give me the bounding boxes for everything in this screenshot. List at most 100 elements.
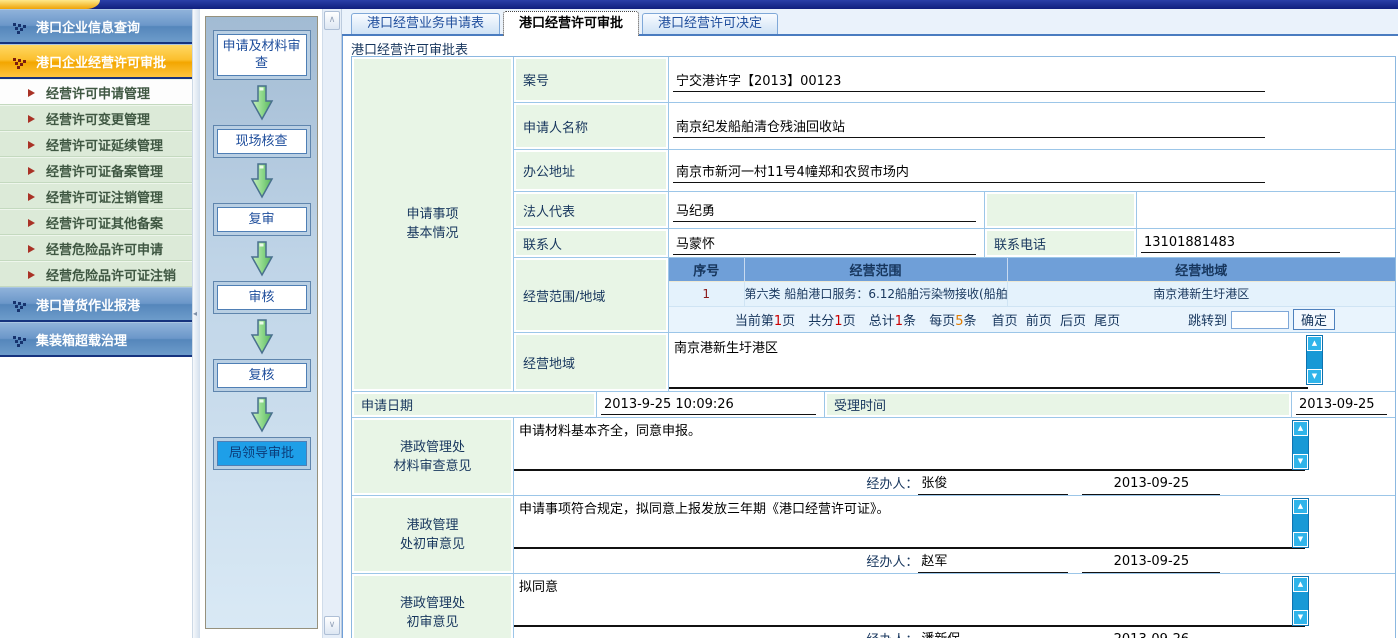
scope-row-region: 南京港新生圩港区 <box>1007 281 1395 306</box>
sidebar-subitem-license-change-mgmt[interactable]: 经营许可变更管理 <box>0 105 192 131</box>
submenu-arrow-icon <box>28 271 39 279</box>
workflow-arrow-down-icon <box>250 85 274 121</box>
pagination-next-page[interactable]: 后页 <box>1060 314 1086 329</box>
form-title: 港口经营许可审批表 <box>343 36 1398 56</box>
field-label-scope-region: 经营范围/地域 <box>514 258 669 332</box>
pagination-prev-page[interactable]: 前页 <box>1026 314 1052 329</box>
pagination-last-page[interactable]: 尾页 <box>1094 314 1120 329</box>
field-label-legal-rep: 法人代表 <box>514 192 669 228</box>
field-label-phone: 联系电话 <box>984 229 1137 257</box>
main-panel: 港口经营业务申请表 港口经营许可审批 港口经营许可决定 港口经营许可审批表 申请… <box>342 9 1398 638</box>
scope-col-no: 序号 <box>669 258 744 281</box>
submenu-arrow-icon <box>28 167 39 175</box>
banner-gold-swoosh <box>0 0 100 9</box>
sidebar-subitem-license-record-mgmt[interactable]: 经营许可证备案管理 <box>0 157 192 183</box>
submenu-arrow-icon <box>28 115 39 123</box>
field-label-region: 经营地域 <box>514 333 669 391</box>
scroll-down-button[interactable]: ▼ <box>1293 454 1308 469</box>
opinion-label-material-review: 港政管理处 材料审查意见 <box>352 418 514 495</box>
tab-business-application-form[interactable]: 港口经营业务申请表 <box>351 13 500 34</box>
field-value-region: 南京港新生圩港区 <box>669 335 1308 389</box>
textarea-scrollbar[interactable]: ▲ ▼ <box>1292 498 1309 548</box>
sidebar-splitter[interactable]: ◂ <box>192 9 200 638</box>
handler-name: 张俊 <box>918 472 1068 495</box>
sidebar-item-container-overload[interactable]: 集装箱超载治理 <box>0 322 192 357</box>
scrollbar-down-button[interactable]: ∨ <box>324 616 340 635</box>
table-row[interactable]: 1 第六类 船舶港口服务：6.12船舶污染物接收(船舶) 南京港新生圩港区 <box>669 281 1395 306</box>
opinion-date: 2013-09-25 <box>1082 554 1220 573</box>
scroll-up-button[interactable]: ▲ <box>1293 421 1308 436</box>
scroll-down-button[interactable]: ▼ <box>1293 610 1308 625</box>
group-label-basic-info: 申请事项 基本情况 <box>352 57 514 391</box>
scroll-down-button[interactable]: ▼ <box>1307 369 1322 384</box>
sidebar-subitem-license-other-record[interactable]: 经营许可证其他备案 <box>0 209 192 235</box>
workflow-arrow-down-icon <box>250 241 274 277</box>
field-label-contact: 联系人 <box>514 229 669 257</box>
opinion-text-first-review: 申请事项符合规定，拟同意上报发放三年期《港口经营许可证》。 <box>514 496 1305 549</box>
pagination-first-page[interactable]: 首页 <box>992 314 1018 329</box>
workflow-arrow-down-icon <box>250 397 274 433</box>
sidebar-subitem-dangerous-goods-apply[interactable]: 经营危险品许可申请 <box>0 235 192 261</box>
workflow-step-site-check[interactable]: 现场核查 <box>213 125 311 158</box>
pagination-bar: 当前第1页 共分1页 总计1条 每页5条 首页 前页 后页 尾页 <box>669 306 1395 332</box>
scrollbar-up-button[interactable]: ∧ <box>324 11 340 30</box>
sidebar-item-port-enterprise-license-approval[interactable]: 港口企业经营许可审批 <box>0 44 192 79</box>
field-value-office-address: 南京市新河一村11号4幢郑和农贸市场内 <box>673 159 1265 183</box>
textarea-scrollbar[interactable]: ▲ ▼ <box>1292 420 1309 470</box>
menu-section-bullet-icon <box>13 336 27 348</box>
handler-name: 赵军 <box>918 550 1068 573</box>
field-label-apply-date: 申请日期 <box>352 392 597 417</box>
workflow-step-audit[interactable]: 审核 <box>213 281 311 314</box>
scroll-down-button[interactable]: ▼ <box>1293 532 1308 547</box>
collapse-sidebar-icon[interactable]: ◂ <box>193 309 197 319</box>
main-vertical-scrollbar[interactable]: ∧ ∨ <box>322 9 342 638</box>
jump-to-page-input[interactable] <box>1231 311 1289 329</box>
scroll-up-button[interactable]: ▲ <box>1307 336 1322 351</box>
sidebar-subitem-license-apply-mgmt[interactable]: 经营许可申请管理 <box>0 79 192 105</box>
sidebar-subitem-dangerous-goods-cancel[interactable]: 经营危险品许可证注销 <box>0 261 192 287</box>
scope-row-no: 1 <box>669 281 744 306</box>
sidebar-item-general-cargo-report[interactable]: 港口普货作业报港 <box>0 287 192 322</box>
field-label-accept-time: 受理时间 <box>824 392 1292 417</box>
field-label-applicant: 申请人名称 <box>514 103 669 149</box>
field-label-office-address: 办公地址 <box>514 150 669 191</box>
sidebar-item-port-enterprise-info-query[interactable]: 港口企业信息查询 <box>0 9 192 44</box>
opinion-date: 2013-09-25 <box>1082 476 1220 495</box>
top-banner <box>0 0 1398 9</box>
submenu-arrow-icon <box>28 89 39 97</box>
opinion-text-second-review: 拟同意 <box>514 574 1305 627</box>
opinion-date: 2013-09-26 <box>1082 632 1220 638</box>
workflow-step-re-review[interactable]: 复审 <box>213 203 311 236</box>
submenu-arrow-icon <box>28 245 39 253</box>
handler-label: 经办人： <box>866 551 918 573</box>
scroll-up-button[interactable]: ▲ <box>1293 499 1308 514</box>
sidebar-item-label: 港口企业经营许可审批 <box>36 52 166 71</box>
workflow-step-material-review[interactable]: 申请及材料审查 <box>213 30 311 80</box>
tab-license-decision[interactable]: 港口经营许可决定 <box>642 13 778 34</box>
workflow-step-bureau-leader-approval[interactable]: 局领导审批 <box>213 437 311 470</box>
field-value-legal-rep: 马纪勇 <box>673 198 976 222</box>
workflow-step-recheck[interactable]: 复核 <box>213 359 311 392</box>
field-value-applicant: 南京纪发船舶清仓残油回收站 <box>673 114 1265 138</box>
opinion-label-second-review: 港政管理处 初审意见 <box>352 574 514 638</box>
handler-label: 经办人： <box>866 473 918 495</box>
menu-section-bullet-icon <box>13 23 27 35</box>
scroll-up-button[interactable]: ▲ <box>1293 577 1308 592</box>
jump-to-label: 跳转到 <box>1188 310 1227 329</box>
textarea-scrollbar[interactable]: ▲ ▼ <box>1306 335 1323 385</box>
handler-label: 经办人： <box>866 629 918 638</box>
sidebar-subitem-license-cancel-mgmt[interactable]: 经营许可证注销管理 <box>0 183 192 209</box>
field-label-case-no: 案号 <box>514 57 669 102</box>
opinion-label-first-review: 港政管理 处初审意见 <box>352 496 514 573</box>
tab-bar: 港口经营业务申请表 港口经营许可审批 港口经营许可决定 <box>342 9 1398 36</box>
tab-license-approval[interactable]: 港口经营许可审批 <box>503 11 639 36</box>
sidebar-subitem-license-renewal-mgmt[interactable]: 经营许可证延续管理 <box>0 131 192 157</box>
confirm-button[interactable]: 确定 <box>1293 309 1335 330</box>
handler-name: 潘新保 <box>918 628 1068 638</box>
workflow-arrow-down-icon <box>250 163 274 199</box>
textarea-scrollbar[interactable]: ▲ ▼ <box>1292 576 1309 626</box>
field-value-apply-date: 2013-9-25 10:09:26 <box>601 395 816 415</box>
field-value-case-no: 宁交港许字【2013】00123 <box>673 68 1265 92</box>
submenu-arrow-icon <box>28 193 39 201</box>
workflow-panel: 申请及材料审查 现场核查 复审 审核 复核 局领导审批 <box>200 9 322 638</box>
